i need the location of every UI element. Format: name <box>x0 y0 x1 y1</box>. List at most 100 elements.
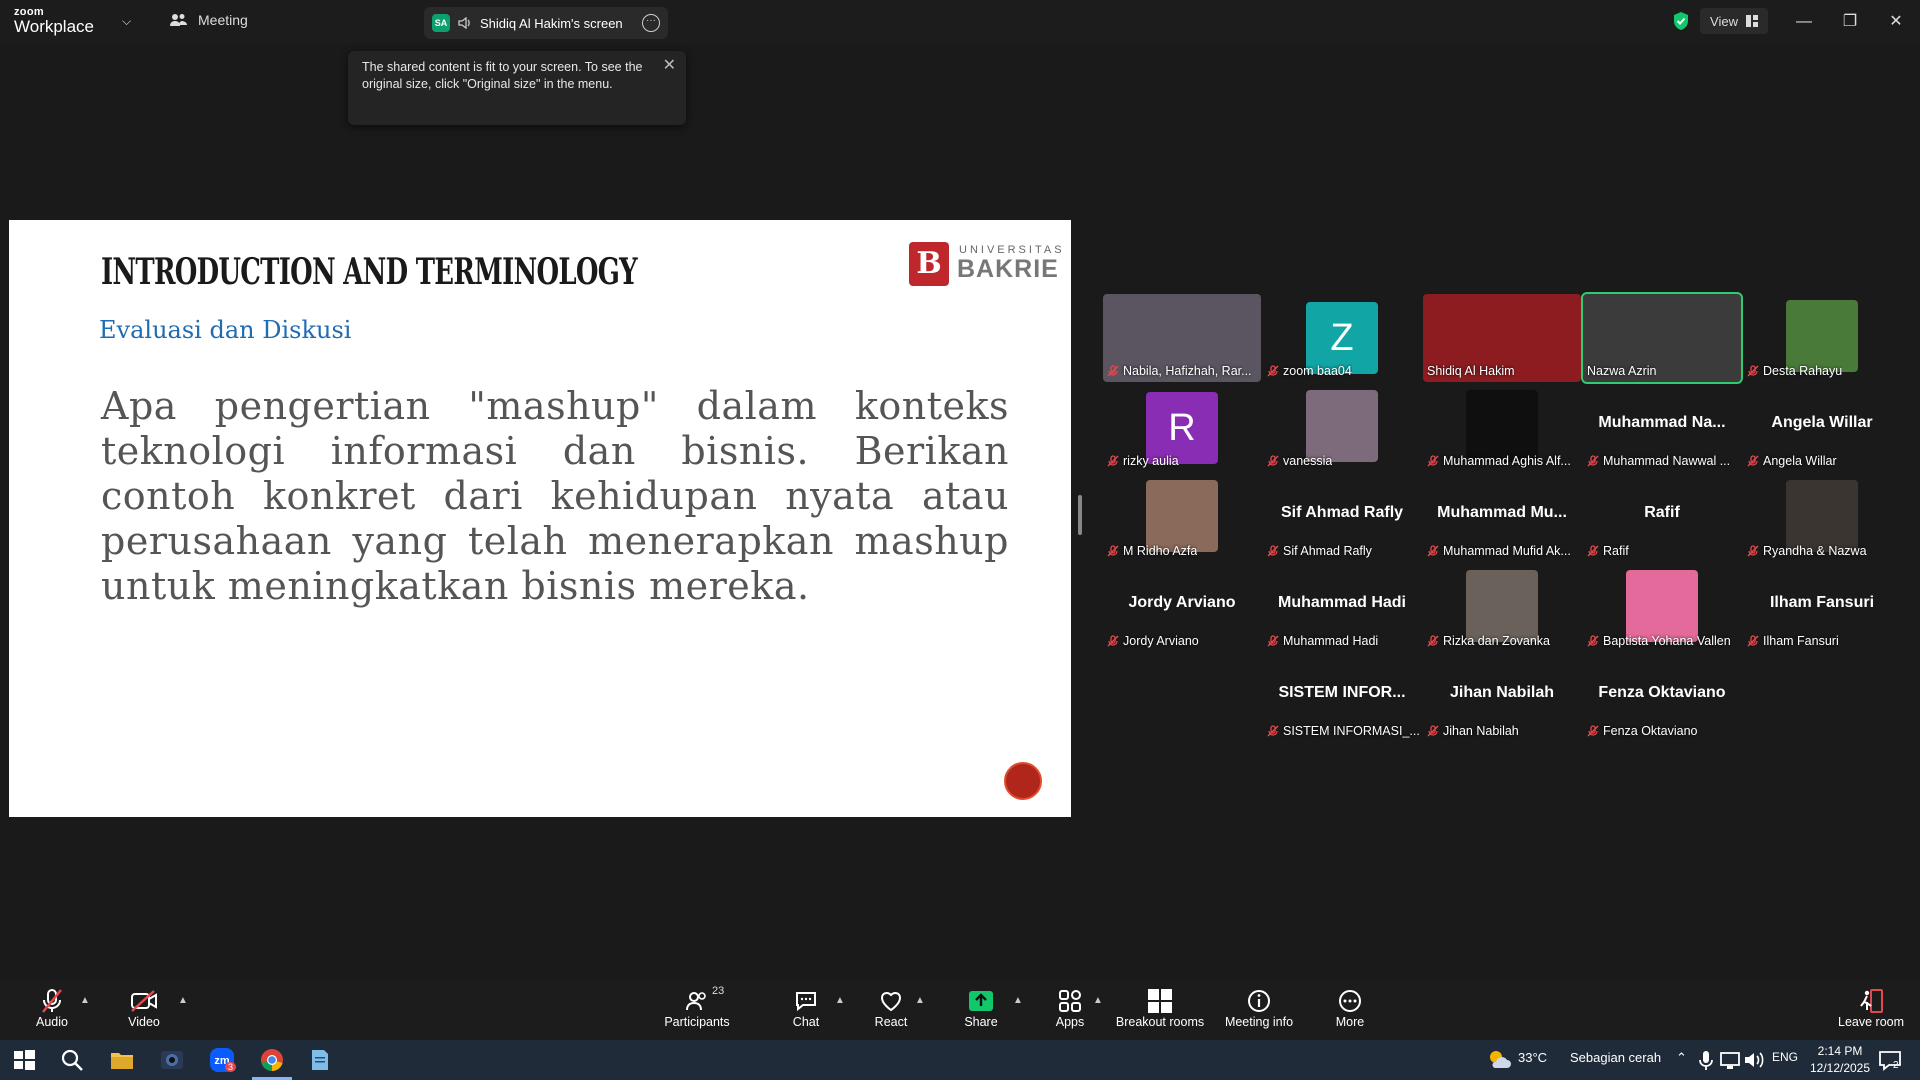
participant-tile[interactable]: Muhammad Na... Muhammad Nawwal ... <box>1583 384 1741 472</box>
chat-button[interactable]: Chat <box>786 987 826 1029</box>
more-button[interactable]: More <box>1330 987 1370 1029</box>
input-language[interactable]: ENG <box>1772 1050 1798 1064</box>
participant-tile[interactable]: Nazwa Azrin <box>1581 292 1743 384</box>
participant-tile[interactable]: Jordy Arviano Jordy Arviano <box>1103 564 1261 652</box>
zoom-workplace-logo[interactable]: zoom Workplace <box>14 7 94 36</box>
notepad-icon[interactable] <box>306 1046 334 1074</box>
participant-tile[interactable]: Zzoom baa04 <box>1263 294 1421 382</box>
react-options-chevron-icon[interactable]: ▲ <box>915 995 925 1006</box>
search-icon[interactable] <box>58 1046 86 1074</box>
camera-app-icon[interactable] <box>158 1046 186 1074</box>
participant-display-name: Ilham Fansuri <box>1769 594 1875 611</box>
participant-tile[interactable]: Baptista Yohana Vallen <box>1583 564 1741 652</box>
view-button[interactable]: View <box>1700 8 1768 34</box>
weather-description[interactable]: Sebagian cerah <box>1570 1050 1661 1065</box>
react-button[interactable]: React <box>870 987 912 1029</box>
participant-tile[interactable]: Shidiq Al Hakim <box>1423 294 1581 382</box>
clock-date[interactable]: 12/12/2025 <box>1808 1061 1872 1075</box>
mic-muted-icon <box>1427 725 1439 737</box>
file-explorer-icon[interactable] <box>108 1046 136 1074</box>
participant-tile[interactable]: Jihan Nabilah Jihan Nabilah <box>1423 654 1581 742</box>
close-icon[interactable]: ✕ <box>663 57 676 74</box>
weather-icon[interactable] <box>1485 1046 1513 1074</box>
chevron-down-icon[interactable]: ⌵ <box>122 14 131 29</box>
mic-muted-icon <box>1107 455 1119 467</box>
volume-icon[interactable] <box>1740 1046 1768 1074</box>
participant-tile[interactable]: Angela Willar Angela Willar <box>1743 384 1901 472</box>
participant-name: M Ridho Azfa <box>1123 544 1198 558</box>
participant-display-name: Muhammad Hadi <box>1277 594 1406 611</box>
participant-tile[interactable]: Sif Ahmad Rafly Sif Ahmad Rafly <box>1263 474 1421 562</box>
participant-tile[interactable]: Ryandha & Nazwa <box>1743 474 1901 562</box>
participant-tile[interactable]: M Ridho Azfa <box>1103 474 1261 562</box>
participant-name: zoom baa04 <box>1283 364 1352 378</box>
share-button[interactable]: Share <box>960 987 1002 1029</box>
chat-options-chevron-icon[interactable]: ▲ <box>835 995 845 1006</box>
speaker-icon <box>458 17 470 29</box>
avatar <box>1146 480 1218 552</box>
video-options-chevron-icon[interactable]: ▲ <box>178 995 188 1006</box>
video-button[interactable]: Video <box>114 987 174 1029</box>
participant-name-label: Muhammad Nawwal ... <box>1587 454 1730 468</box>
participant-name: Muhammad Mufid Ak... <box>1443 544 1571 558</box>
participant-display-name: Jordy Arviano <box>1128 594 1236 611</box>
breakout-rooms-button[interactable]: Breakout rooms <box>1112 987 1208 1029</box>
participant-tile[interactable]: Muhammad Mu... Muhammad Mufid Ak... <box>1423 474 1581 562</box>
participant-tile[interactable]: Nabila, Hafizhah, Rar... <box>1103 294 1261 382</box>
clock-time[interactable]: 2:14 PM <box>1808 1044 1872 1058</box>
close-window-button[interactable]: ✕ <box>1882 8 1910 36</box>
participant-name-label: Jordy Arviano <box>1107 634 1199 648</box>
participant-tile[interactable]: Rrizky aulia <box>1103 384 1261 472</box>
notification-center-icon[interactable] <box>1876 1046 1904 1074</box>
participant-tile[interactable]: SISTEM INFOR... SISTEM INFORMASI_... <box>1263 654 1421 742</box>
chrome-icon[interactable] <box>258 1046 286 1074</box>
participant-tile[interactable]: Muhammad Aghis Alf... <box>1423 384 1581 472</box>
apps-options-chevron-icon[interactable]: ▲ <box>1093 995 1103 1006</box>
participant-name-label: Muhammad Aghis Alf... <box>1427 454 1571 468</box>
participant-name-label: Muhammad Hadi <box>1267 634 1378 648</box>
meeting-info-button[interactable]: Meeting info <box>1222 987 1296 1029</box>
leave-room-button[interactable]: Leave room <box>1838 987 1904 1029</box>
participant-tile[interactable]: Rafif Rafif <box>1583 474 1741 562</box>
participants-button[interactable]: 23 Participants <box>660 985 734 1029</box>
participants-count: 23 <box>712 985 725 997</box>
participant-tile[interactable]: vanessia <box>1263 384 1421 472</box>
mic-muted-icon <box>1107 545 1119 557</box>
participant-tile[interactable]: Fenza Oktaviano Fenza Oktaviano <box>1583 654 1741 742</box>
participants-icon <box>686 992 706 1011</box>
participant-tile[interactable]: Ilham Fansuri Ilham Fansuri <box>1743 564 1901 652</box>
participant-name: Jordy Arviano <box>1123 634 1199 648</box>
participant-name: Sif Ahmad Rafly <box>1283 544 1372 558</box>
share-options-chevron-icon[interactable]: ▲ <box>1013 995 1023 1006</box>
show-hidden-icons-chevron-icon[interactable]: ⌃ <box>1676 1050 1687 1066</box>
split-view-divider[interactable] <box>1078 495 1082 535</box>
participant-tile[interactable]: Rizka dan Zovanka <box>1423 564 1581 652</box>
fit-to-screen-notice: The shared content is fit to your screen… <box>348 51 686 125</box>
windows-start-icon[interactable] <box>10 1046 38 1074</box>
slide-subtitle: Evaluasi dan Diskusi <box>99 316 352 344</box>
audio-label: Audio <box>36 1015 68 1029</box>
participant-name-label: Ilham Fansuri <box>1747 634 1839 648</box>
encryption-shield-icon[interactable] <box>1672 11 1690 31</box>
participant-name: Ryandha & Nazwa <box>1763 544 1867 558</box>
more-options-icon[interactable]: ··· <box>642 14 660 32</box>
minimize-button[interactable]: — <box>1790 8 1818 36</box>
audio-options-chevron-icon[interactable]: ▲ <box>80 995 90 1006</box>
mic-muted-icon <box>1587 725 1599 737</box>
mic-muted-icon <box>1747 545 1759 557</box>
participant-tile[interactable]: Desta Rahayu <box>1743 294 1901 382</box>
bakrie-logo-mark: B <box>909 242 949 286</box>
logo-line-2: BAKRIE <box>957 255 1059 283</box>
shared-screen-tab[interactable]: SA Shidiq Al Hakim's screen ··· <box>424 7 668 39</box>
mic-muted-icon <box>1267 365 1279 377</box>
slide-body: Apa pengertian "mashup" dalam konteks te… <box>101 384 1009 608</box>
notification-count: 2 <box>1893 1060 1899 1071</box>
restore-button[interactable]: ❐ <box>1836 8 1864 36</box>
participant-name: Angela Willar <box>1763 454 1837 468</box>
meeting-tab[interactable]: Meeting <box>170 12 248 28</box>
apps-button[interactable]: Apps <box>1050 987 1090 1029</box>
participant-tile[interactable]: Muhammad Hadi Muhammad Hadi <box>1263 564 1421 652</box>
weather-temperature[interactable]: 33°C <box>1518 1050 1547 1065</box>
mic-muted-icon <box>1107 635 1119 647</box>
audio-button[interactable]: Audio <box>22 987 82 1029</box>
